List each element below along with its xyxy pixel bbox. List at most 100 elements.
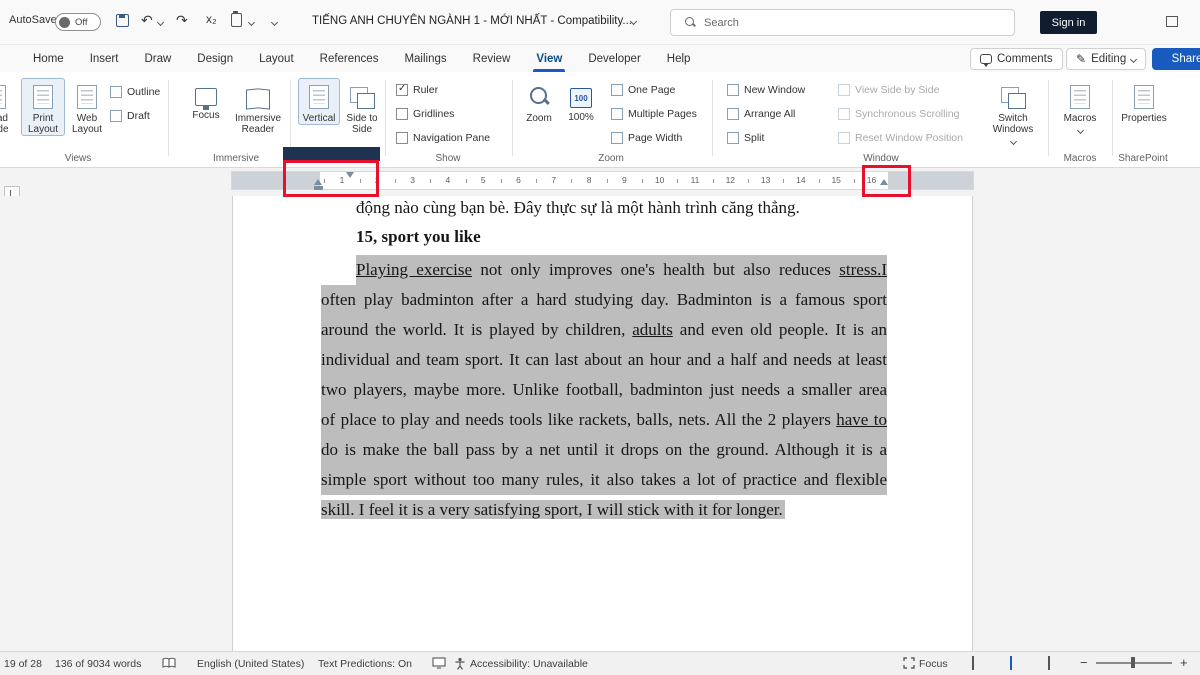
page-width-button[interactable]: Page Width <box>611 130 682 146</box>
properties-icon <box>1134 85 1154 109</box>
navigation-pane-checkbox[interactable]: Navigation Pane <box>396 130 490 146</box>
document-page[interactable]: động nào cùng bạn bè. Đây thực sự là một… <box>232 196 973 651</box>
selected-paragraph[interactable]: Playing exercise not only improves one's… <box>321 255 887 525</box>
redo-icon[interactable]: ↷ <box>176 12 188 29</box>
zoom-out-button[interactable]: − <box>1080 655 1088 670</box>
switch-windows-button[interactable]: Switch Windows <box>986 78 1040 145</box>
outline-button[interactable]: Outline <box>110 84 160 100</box>
search-icon <box>685 17 696 28</box>
editing-label: Editing <box>1091 53 1126 65</box>
text-segment: and even old people. It is an <box>673 320 887 339</box>
gridlines-checkbox[interactable]: Gridlines <box>396 106 454 122</box>
read-mode-button[interactable]: Read Mode <box>0 78 19 136</box>
side-to-side-button[interactable]: Side to Side <box>341 78 383 136</box>
print-layout-view-icon[interactable] <box>1010 657 1012 669</box>
paragraph-line[interactable]: individual and team sport. It can last a… <box>321 345 887 375</box>
word-count[interactable]: 136 of 9034 words <box>55 658 141 670</box>
tab-insert[interactable]: Insert <box>77 45 132 72</box>
tab-developer[interactable]: Developer <box>575 45 653 72</box>
paragraph-line[interactable]: skill. I feel it is a very satisfying sp… <box>321 495 887 525</box>
text-predictions-indicator[interactable]: Text Predictions: On <box>318 658 412 670</box>
focus-mode-icon[interactable] <box>903 657 915 672</box>
accessibility-icon[interactable] <box>454 657 466 673</box>
vertical-icon <box>309 85 329 109</box>
tab-design[interactable]: Design <box>184 45 246 72</box>
underlined-text: Playing exercise <box>356 260 472 279</box>
ruler-tick <box>677 179 678 183</box>
tab-references[interactable]: References <box>307 45 392 72</box>
text-segment: often play badminton after a hard studyi… <box>321 290 887 309</box>
language-indicator[interactable]: English (United States) <box>197 658 304 670</box>
quick-access-more-icon[interactable] <box>271 19 278 26</box>
vertical-button[interactable]: Vertical <box>298 78 340 125</box>
tab-review[interactable]: Review <box>460 45 524 72</box>
section-heading[interactable]: 15, sport you like <box>356 227 481 247</box>
tab-mailings[interactable]: Mailings <box>391 45 459 72</box>
zoom-in-button[interactable]: + <box>1180 655 1188 670</box>
undo-icon[interactable]: ↶ <box>141 12 153 29</box>
immersive-reader-icon <box>246 89 270 109</box>
one-page-button[interactable]: One Page <box>611 82 675 98</box>
new-window-button[interactable]: New Window <box>727 82 805 98</box>
focus-mode-label[interactable]: Focus <box>919 658 948 670</box>
tab-draw[interactable]: Draw <box>131 45 184 72</box>
ruler-number: 14 <box>796 175 805 185</box>
proofing-icon[interactable] <box>162 657 176 673</box>
accessibility-status[interactable]: Accessibility: Unavailable <box>470 658 588 670</box>
display-settings-icon[interactable] <box>432 657 446 673</box>
paragraph-line[interactable]: two players, maybe more. Unlike football… <box>321 375 887 405</box>
text-segment: of place to play and needs tools like ra… <box>321 410 836 429</box>
zoom-button[interactable]: Zoom <box>518 78 560 125</box>
text-segment: two players, maybe more. Unlike football… <box>321 380 887 399</box>
tab-home[interactable]: Home <box>20 45 77 72</box>
zoom-100-button[interactable]: 100 100% <box>561 78 601 124</box>
paragraph-line[interactable]: Playing exercise not only improves one's… <box>356 255 887 285</box>
tab-layout[interactable]: Layout <box>246 45 307 72</box>
sign-in-button[interactable]: Sign in <box>1040 11 1097 34</box>
macros-button[interactable]: Macros <box>1056 78 1104 134</box>
autosave-toggle[interactable]: Off <box>55 13 101 31</box>
multiple-pages-button[interactable]: Multiple Pages <box>611 106 697 122</box>
switch-windows-chevron-icon <box>1009 138 1016 145</box>
zoom-slider-thumb[interactable] <box>1131 657 1135 668</box>
ruler-number: 6 <box>516 175 521 185</box>
search-input[interactable]: Search <box>670 9 1015 36</box>
editing-button[interactable]: ✎ Editing <box>1066 48 1146 70</box>
intro-line[interactable]: động nào cùng bạn bè. Đây thực sự là một… <box>356 198 887 218</box>
paragraph-line[interactable]: often play badminton after a hard studyi… <box>321 285 887 315</box>
web-layout-button[interactable]: Web Layout <box>66 78 108 136</box>
text-segment: skill. I feel it is a very satisfying sp… <box>321 500 783 519</box>
immersive-reader-button[interactable]: Immersive Reader <box>230 78 286 136</box>
tab-help[interactable]: Help <box>654 45 704 72</box>
read-mode-view-icon[interactable] <box>972 657 974 669</box>
subscript-icon[interactable]: x₂ <box>206 12 217 26</box>
paste-chevron-icon[interactable] <box>248 19 255 26</box>
paste-icon[interactable] <box>231 13 242 27</box>
web-layout-view-icon[interactable] <box>1048 657 1050 669</box>
outline-icon <box>110 86 122 98</box>
focus-button[interactable]: Focus <box>185 78 227 122</box>
paragraph-line[interactable]: do is make the ball pass by a net until … <box>321 435 887 465</box>
ruler-tick <box>501 179 502 183</box>
annotation-highlight-bar <box>283 147 380 161</box>
share-button[interactable]: Share <box>1152 48 1200 70</box>
comments-label: Comments <box>997 53 1053 65</box>
ruler-checkbox[interactable]: Ruler <box>396 82 438 98</box>
paragraph-line[interactable]: simple sport without too many rules, it … <box>321 465 887 495</box>
print-layout-button[interactable]: Print Layout <box>21 78 65 136</box>
paragraph-line[interactable]: around the world. It is played by childr… <box>321 315 887 345</box>
restore-window-icon[interactable] <box>1166 16 1178 27</box>
text-segment: do is make the ball pass by a net until … <box>321 440 887 459</box>
comments-button[interactable]: Comments <box>970 48 1063 70</box>
save-icon[interactable] <box>116 14 129 27</box>
ruler-tick <box>854 179 855 183</box>
split-button[interactable]: Split <box>727 130 764 146</box>
paragraph-line[interactable]: of place to play and needs tools like ra… <box>321 405 887 435</box>
draft-button[interactable]: Draft <box>110 108 150 124</box>
print-layout-icon <box>33 85 53 109</box>
undo-chevron-icon[interactable] <box>157 19 164 26</box>
arrange-all-button[interactable]: Arrange All <box>727 106 795 122</box>
page-indicator[interactable]: 19 of 28 <box>4 658 42 670</box>
tab-view[interactable]: View <box>523 45 575 72</box>
properties-button[interactable]: Properties <box>1116 78 1172 125</box>
